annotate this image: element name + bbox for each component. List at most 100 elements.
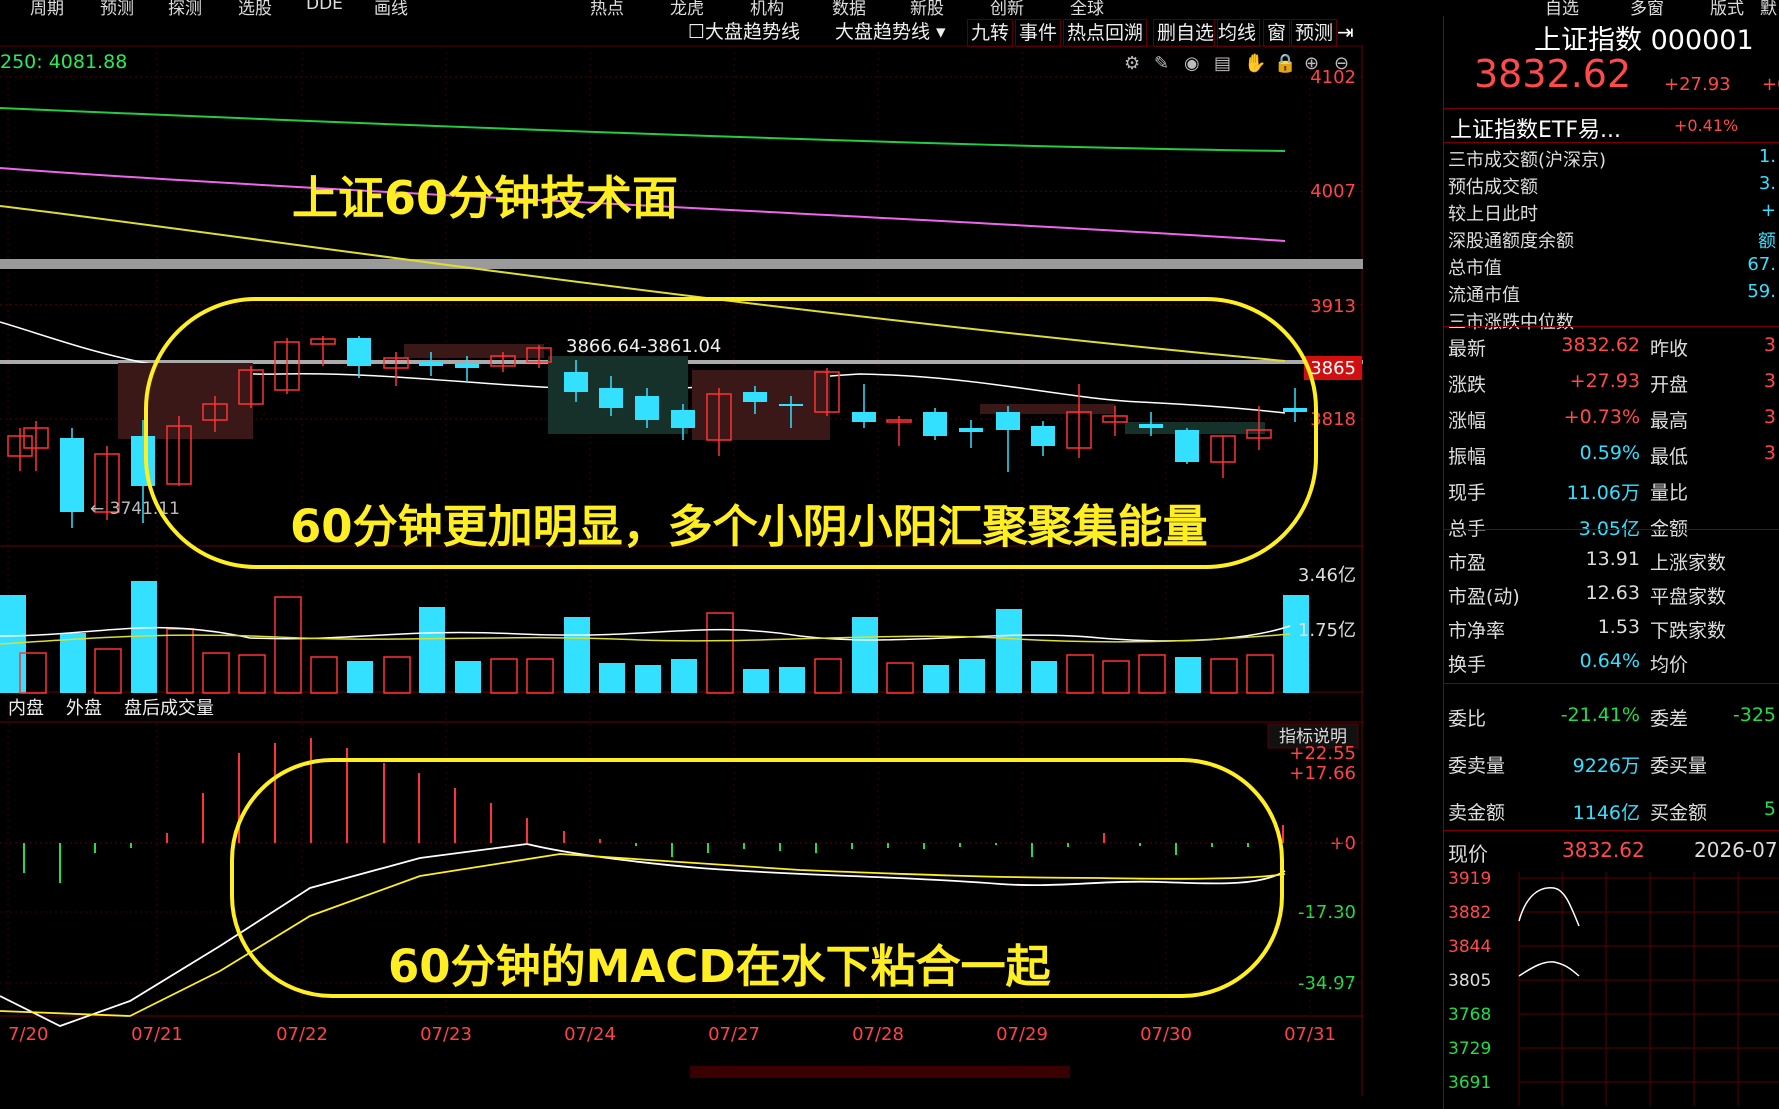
trend-checkbox[interactable]: ☐大盘趋势线 bbox=[688, 19, 800, 45]
toolbar-button[interactable]: 热点回溯 bbox=[1063, 19, 1148, 47]
hand-icon[interactable]: ✋ bbox=[1244, 51, 1266, 77]
etf-pct: +0.41% bbox=[1674, 116, 1739, 135]
candle-down bbox=[923, 412, 947, 436]
quote-value: +27.93 bbox=[1569, 370, 1640, 392]
info-row-label: 三市成交额(沪深京) bbox=[1448, 150, 1607, 171]
top-nav-item[interactable]: 自选 bbox=[1545, 0, 1579, 16]
info-row-label: 深股通额度余额 bbox=[1448, 231, 1574, 252]
info-row-value: + bbox=[1760, 200, 1776, 221]
quote-value: 3 bbox=[1763, 442, 1776, 464]
stat-label: 市盈(动) bbox=[1448, 586, 1520, 608]
top-nav-item[interactable]: DDE bbox=[306, 0, 343, 14]
annotation-title: 上证60分钟技术面 bbox=[292, 171, 678, 225]
top-nav-item[interactable]: 新股 bbox=[910, 0, 944, 16]
top-nav-item[interactable]: 画线 bbox=[374, 0, 408, 16]
shade-box bbox=[404, 344, 544, 358]
top-nav-item[interactable]: 多窗 bbox=[1630, 0, 1664, 16]
volume-bar-up bbox=[1102, 660, 1130, 694]
top-nav-item[interactable]: 默认 bbox=[1760, 0, 1779, 16]
top-nav-item[interactable]: 机构 bbox=[750, 0, 784, 16]
settings-icon[interactable]: ⚙ bbox=[1124, 51, 1140, 77]
now-value: 3832.62 bbox=[1562, 838, 1645, 862]
info-row-label: 总市值 bbox=[1448, 258, 1502, 279]
quote-label: 量比 bbox=[1650, 482, 1689, 504]
volume-bar-up bbox=[166, 628, 194, 694]
top-nav-item[interactable]: 创新 bbox=[990, 0, 1024, 16]
lock-icon[interactable]: 🔒 bbox=[1274, 51, 1296, 77]
etf-name[interactable]: 上证指数ETF易... bbox=[1450, 112, 1621, 144]
order-label: 委买量 bbox=[1650, 755, 1708, 777]
toolbar-button[interactable]: 事件 bbox=[1015, 19, 1062, 47]
eye-icon[interactable]: ◉ bbox=[1184, 51, 1200, 77]
volume-bar-down bbox=[779, 667, 805, 693]
candle-down bbox=[635, 396, 659, 420]
candle-down bbox=[564, 372, 588, 392]
trend-dropdown[interactable]: 大盘趋势线 ▾ bbox=[835, 19, 946, 45]
kline-chart-canvas[interactable]: 250: 4081.883866.64-3861.04← 3741.114102… bbox=[0, 16, 1363, 1109]
volume-bar-down bbox=[1283, 595, 1309, 693]
top-nav-item[interactable]: 热点 bbox=[590, 0, 624, 16]
toolbar-button[interactable]: 均线 bbox=[1214, 19, 1261, 47]
macd-dif-line bbox=[0, 843, 1286, 1027]
top-nav-item[interactable]: 数据 bbox=[832, 0, 866, 16]
volume-axis-label: 1.75亿 bbox=[1298, 620, 1356, 641]
top-nav-item[interactable]: 全球 bbox=[1070, 0, 1104, 16]
top-nav-item[interactable]: 版式 bbox=[1710, 0, 1744, 16]
chart-area[interactable]: 250: 4081.88 3866.64-3861.04 ← 3741.11 4102… bbox=[0, 16, 1363, 1109]
candle-down bbox=[131, 436, 155, 486]
candle-down bbox=[743, 392, 767, 402]
info-row-value: 67. bbox=[1747, 254, 1776, 275]
quote-value: +0.73% bbox=[1563, 406, 1640, 428]
zoom-out-icon[interactable]: ⊖ bbox=[1334, 51, 1349, 77]
volume-tab[interactable]: 内盘 bbox=[8, 698, 44, 719]
volume-bar-down bbox=[743, 669, 769, 693]
volume-bar-up bbox=[310, 656, 338, 694]
stat-value: 0.64% bbox=[1579, 650, 1640, 672]
stat-label: 换手 bbox=[1448, 654, 1487, 676]
quote-value: 0.59% bbox=[1579, 442, 1640, 464]
volume-bar-up bbox=[1210, 658, 1238, 694]
intraday-mini-chart[interactable]: 3919 3882 3844 3805 3768 3729 3691 bbox=[1444, 866, 1779, 1106]
info-row-value: 3. bbox=[1758, 173, 1776, 194]
toolbar-button[interactable]: 九转 bbox=[967, 19, 1014, 47]
low-label: ← 3741.11 bbox=[90, 499, 180, 519]
quote-label: 现手 bbox=[1448, 482, 1487, 504]
toolbar-button[interactable]: 删自选 bbox=[1153, 19, 1219, 47]
date-axis-label: 07/27 bbox=[708, 1024, 760, 1045]
top-nav-item[interactable]: 探测 bbox=[168, 0, 202, 16]
date-axis-label: 07/30 bbox=[1140, 1024, 1192, 1045]
top-nav-item[interactable]: 龙虎 bbox=[670, 0, 704, 16]
mini-axis-label: 3691 bbox=[1448, 1073, 1491, 1093]
stat-value: 1.53 bbox=[1597, 616, 1640, 638]
stat-label: 市净率 bbox=[1448, 620, 1506, 642]
pen-icon[interactable]: ✎ bbox=[1154, 51, 1169, 77]
now-label: 现价 bbox=[1448, 842, 1488, 866]
top-nav-item[interactable]: 选股 bbox=[238, 0, 272, 16]
info-row-label: 预估成交额 bbox=[1448, 177, 1538, 198]
exit-icon[interactable]: ⇥ bbox=[1337, 19, 1354, 45]
zoom-in-icon[interactable]: ⊕ bbox=[1304, 51, 1319, 77]
volume-bar-down bbox=[1175, 657, 1201, 693]
info-row-value: 59. bbox=[1747, 281, 1776, 302]
volume-bar-down bbox=[1031, 661, 1057, 693]
candle-down bbox=[1031, 426, 1055, 446]
info-row-label: 三市涨跌中位数 bbox=[1448, 312, 1574, 333]
order-label: 委卖量 bbox=[1448, 755, 1506, 777]
shade-box bbox=[692, 370, 830, 440]
date-value: 2026-07 bbox=[1694, 838, 1778, 862]
basket-icon[interactable]: ▤ bbox=[1214, 51, 1231, 77]
quote-label: 最新 bbox=[1448, 338, 1487, 360]
top-nav-item[interactable]: 周期 bbox=[30, 0, 64, 16]
volume-bar-down bbox=[852, 617, 878, 693]
candle-down bbox=[419, 362, 443, 366]
volume-tab[interactable]: 盘后成交量 bbox=[124, 698, 214, 719]
volume-tab[interactable]: 外盘 bbox=[66, 698, 102, 719]
quote-label: 最低 bbox=[1650, 446, 1689, 468]
volume-bar-up bbox=[238, 654, 266, 694]
toolbar-button[interactable]: 预测 bbox=[1291, 19, 1338, 47]
volume-bar-down bbox=[60, 633, 86, 693]
volume-bar-down bbox=[996, 609, 1022, 693]
volume-bar-up bbox=[526, 658, 554, 694]
toolbar-button[interactable]: 窗 bbox=[1263, 19, 1291, 47]
top-nav-item[interactable]: 预测 bbox=[100, 0, 134, 16]
